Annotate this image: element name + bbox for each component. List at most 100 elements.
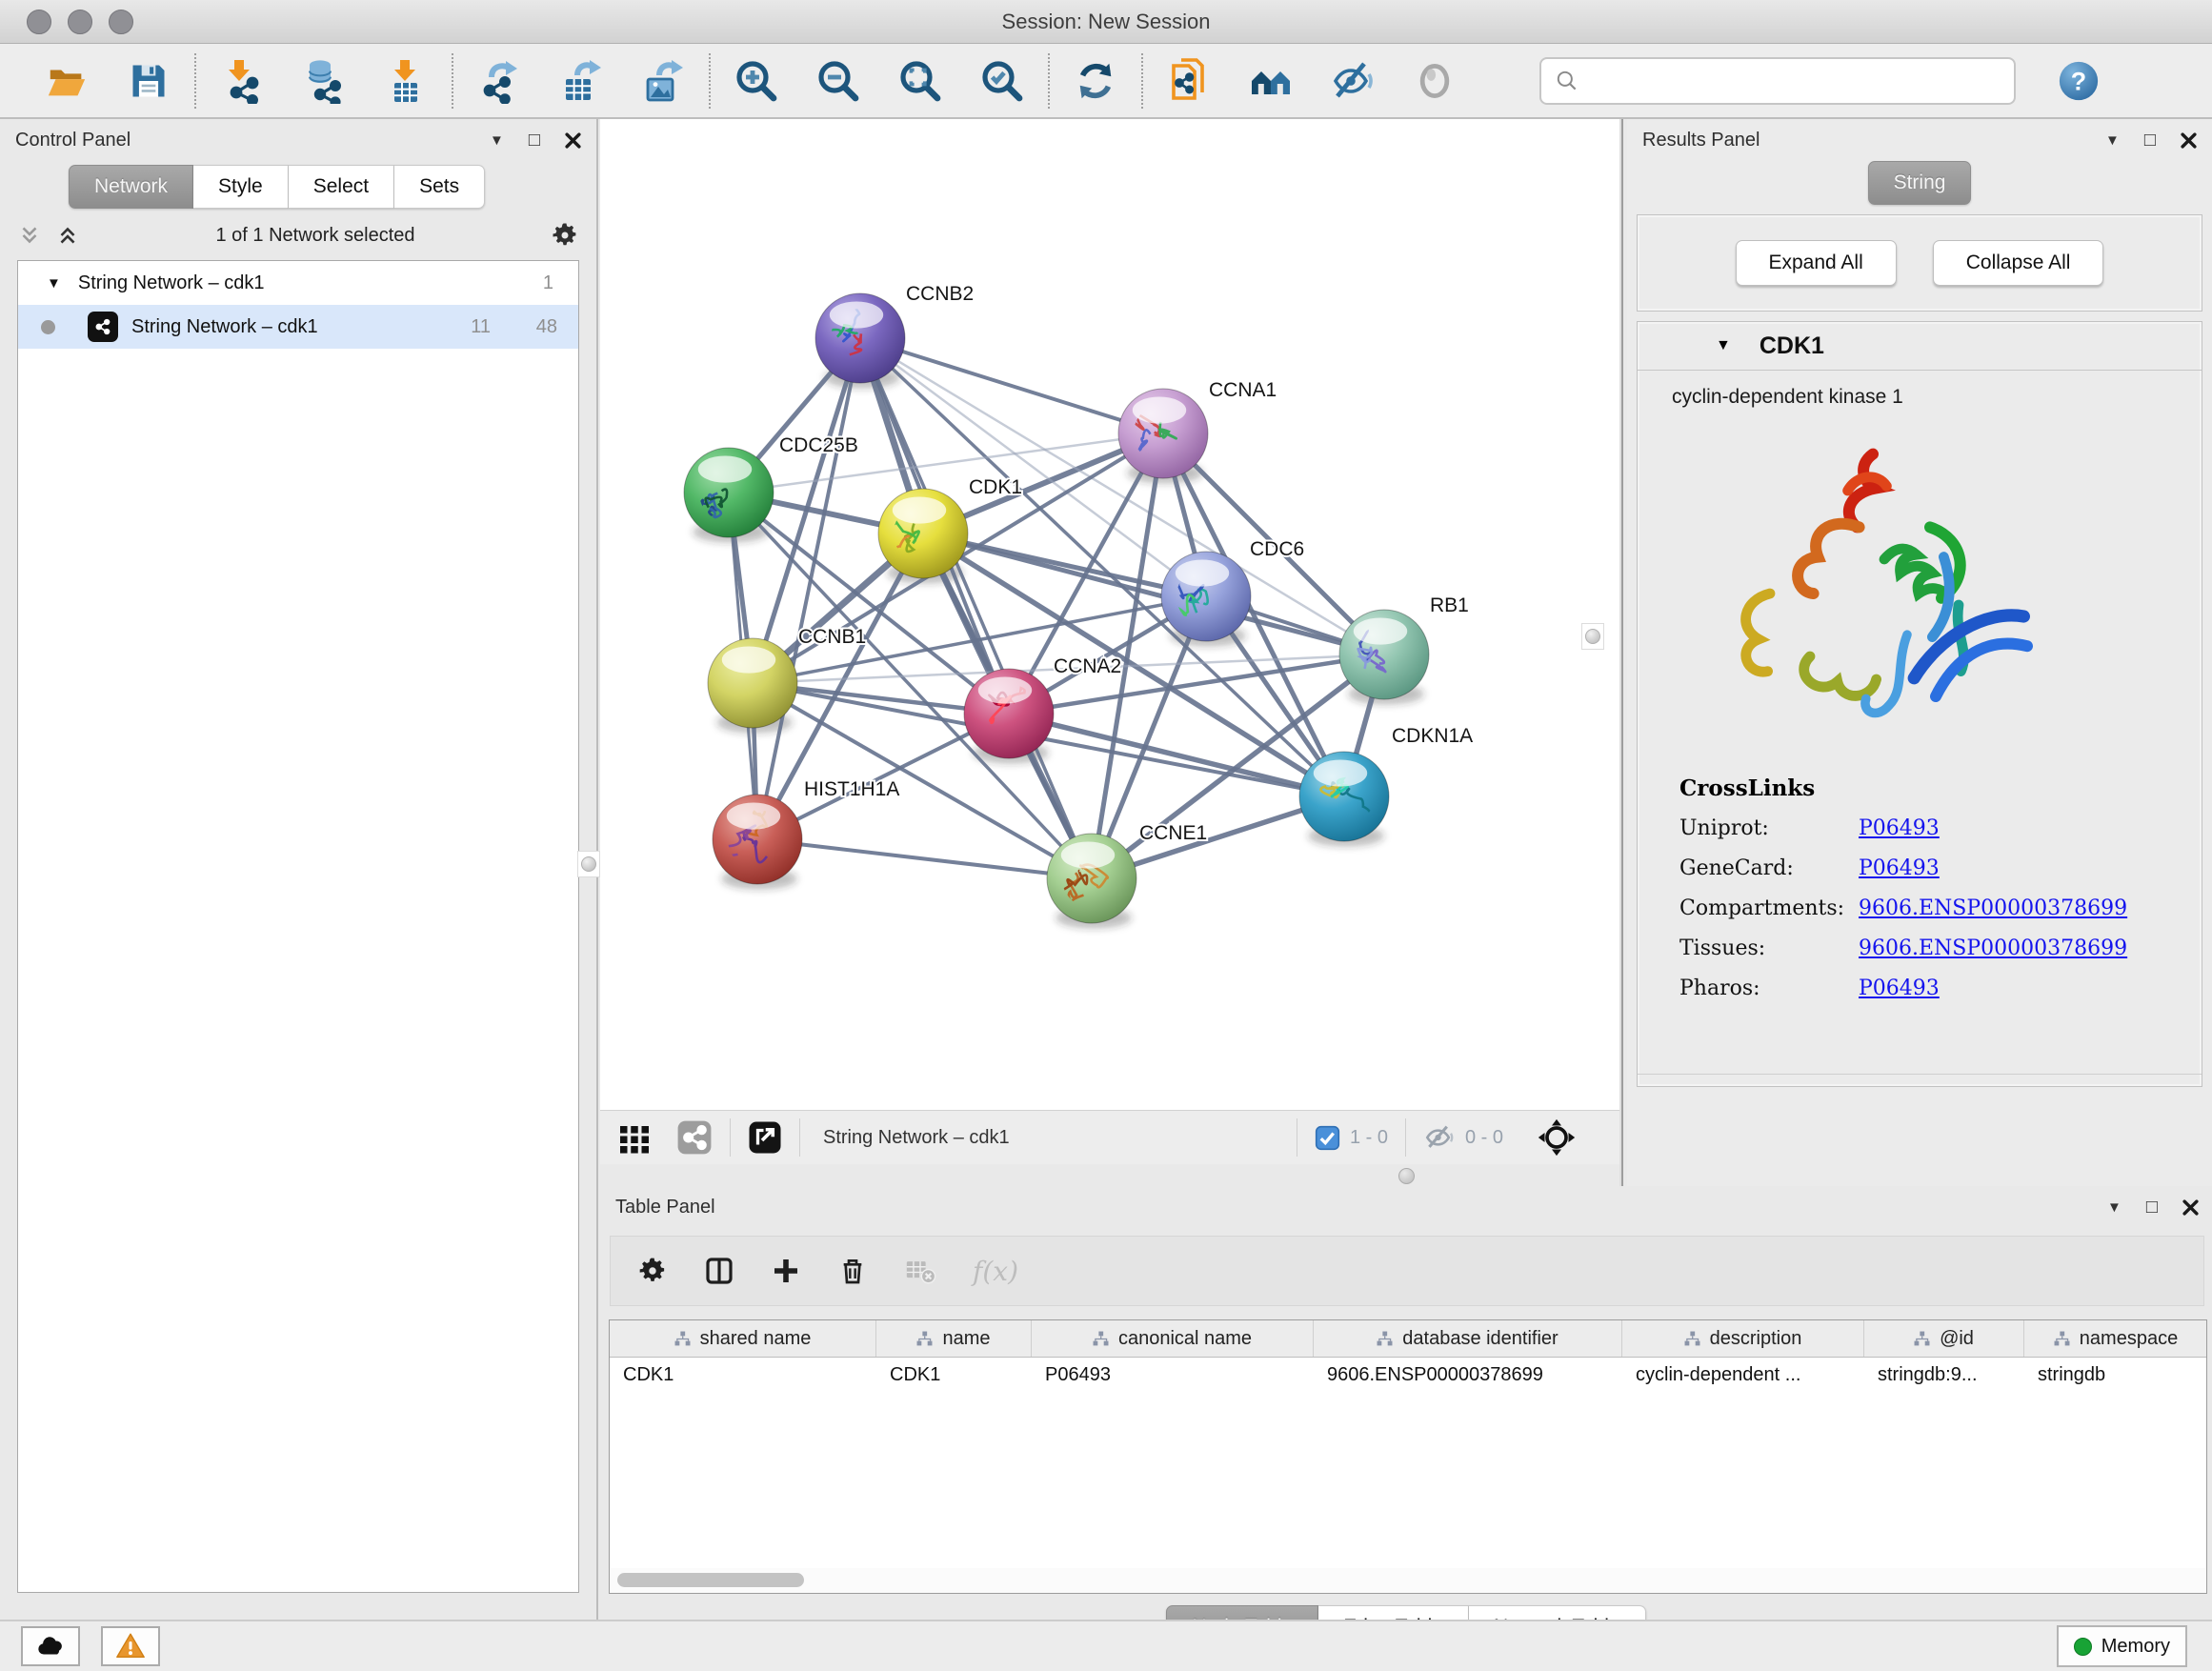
network-node-CDKN1A[interactable] — [1299, 752, 1389, 841]
network-node-CCNB2[interactable] — [815, 293, 905, 383]
crosslink-link[interactable]: P06493 — [1859, 856, 1940, 880]
add-column-icon[interactable] — [704, 1256, 734, 1286]
table-panel-float-button[interactable]: □ — [2146, 1198, 2158, 1217]
network-node-HIST1H1A[interactable] — [713, 795, 802, 884]
zoom-out-icon — [815, 58, 861, 104]
control-panel-float-button[interactable]: □ — [529, 131, 540, 150]
export-image-button[interactable] — [640, 56, 686, 106]
network-node-CCNE1[interactable] — [1047, 834, 1136, 923]
zoom-out-button[interactable] — [815, 56, 861, 106]
collection-expand-icon[interactable]: ▼ — [47, 275, 61, 292]
share-network-button[interactable] — [1166, 56, 1212, 106]
column-header-namespace[interactable]: namespace — [2024, 1320, 2207, 1357]
network-view-icon[interactable] — [676, 1119, 713, 1156]
control-panel-close-button[interactable] — [565, 132, 581, 149]
network-options-gear-icon[interactable] — [551, 221, 579, 250]
import-network-icon — [219, 58, 265, 104]
housing-button[interactable] — [1248, 56, 1294, 106]
control-panel-menu-button[interactable]: ▼ — [490, 133, 504, 148]
memory-button[interactable]: Memory — [2057, 1625, 2187, 1667]
save-session-button[interactable] — [126, 56, 171, 106]
column-header-description[interactable]: description — [1622, 1320, 1864, 1357]
hidden-eye-icon[interactable] — [1423, 1121, 1456, 1154]
network-node-CCNB1[interactable] — [708, 638, 797, 728]
tab-select[interactable]: Select — [289, 165, 394, 209]
scrollbar-thumb[interactable] — [617, 1573, 804, 1587]
crosslink-link[interactable]: P06493 — [1859, 816, 1940, 840]
table-cell[interactable]: CDK1 — [876, 1358, 1032, 1393]
birdseye-crosshair-icon[interactable] — [1538, 1118, 1576, 1157]
table-options-gear-icon[interactable] — [637, 1256, 668, 1286]
column-header-canonical-name[interactable]: canonical name — [1032, 1320, 1314, 1357]
table-cell[interactable]: stringdb — [2024, 1358, 2207, 1393]
network-node-CCNA2[interactable] — [964, 669, 1054, 758]
cloud-status-button[interactable] — [21, 1626, 80, 1666]
control-panel: Control Panel ▼ □ Network Style Select S… — [0, 119, 598, 1620]
zoom-in-button[interactable] — [734, 56, 779, 106]
table-horizontal-scrollbar[interactable] — [609, 1568, 2207, 1594]
network-canvas[interactable]: CCNB2CCNA1CDC25BCDK1CDC6RB1CCNB1CCNA2CDK… — [600, 119, 1619, 1110]
network-row[interactable]: String Network – cdk1 11 48 — [18, 305, 578, 349]
tab-string[interactable]: String — [1868, 161, 1972, 205]
table-cell[interactable]: P06493 — [1032, 1358, 1314, 1393]
column-header-shared-name[interactable]: shared name — [610, 1320, 876, 1357]
table-cell[interactable]: 9606.ENSP00000378699 — [1314, 1358, 1622, 1393]
results-panel-float-button[interactable]: □ — [2144, 131, 2156, 150]
search-input[interactable] — [1587, 62, 2014, 100]
left-splitter-handle[interactable] — [577, 851, 600, 877]
splitter-handle-dot[interactable] — [1398, 1168, 1415, 1184]
import-table-button[interactable] — [383, 56, 429, 106]
results-panel-close-button[interactable] — [2181, 132, 2197, 149]
results-panel-menu-button[interactable]: ▼ — [2105, 133, 2120, 148]
collapse-all-button[interactable]: Collapse All — [1933, 240, 2104, 286]
show-panel-button[interactable] — [1412, 56, 1458, 106]
status-bar: Memory — [0, 1620, 2212, 1671]
network-node-CDC6[interactable] — [1161, 552, 1251, 641]
import-network-database-button[interactable] — [301, 56, 347, 106]
table-cell[interactable]: stringdb:9... — [1864, 1358, 2024, 1393]
table-cell[interactable]: cyclin-dependent ... — [1622, 1358, 1864, 1393]
tab-sets[interactable]: Sets — [394, 165, 485, 209]
table-cell[interactable]: CDK1 — [610, 1358, 876, 1393]
zoom-selected-button[interactable] — [979, 56, 1025, 106]
delete-trash-icon[interactable] — [837, 1256, 868, 1286]
open-external-icon[interactable] — [748, 1120, 782, 1155]
network-node-CDK1[interactable] — [878, 489, 968, 578]
import-network-file-button[interactable] — [219, 56, 265, 106]
network-node-CCNA1[interactable] — [1118, 389, 1208, 478]
crosslink-link[interactable]: 9606.ENSP00000378699 — [1859, 896, 2127, 920]
network-collection-row[interactable]: ▼ String Network – cdk1 1 — [18, 261, 578, 305]
collapse-all-icon[interactable] — [17, 223, 42, 248]
tab-style[interactable]: Style — [193, 165, 289, 209]
right-splitter-handle[interactable] — [1581, 623, 1604, 650]
network-node-CDC25B[interactable] — [684, 448, 774, 537]
add-row-icon[interactable] — [771, 1256, 801, 1286]
expand-all-icon[interactable] — [55, 223, 80, 248]
results-panel-splitter[interactable] — [1619, 119, 1627, 1186]
crosslink-link[interactable]: P06493 — [1859, 976, 1940, 1000]
table-panel-close-button[interactable] — [2182, 1199, 2199, 1216]
warning-status-button[interactable] — [101, 1626, 160, 1666]
node-label-CDK1: CDK1 — [969, 476, 1022, 498]
gene-expand-icon[interactable]: ▼ — [1716, 337, 1731, 354]
hide-panel-button[interactable] — [1330, 56, 1376, 106]
table-panel-splitter[interactable] — [600, 1164, 1619, 1186]
tab-network[interactable]: Network — [69, 165, 193, 209]
help-button[interactable]: ? — [2056, 56, 2101, 106]
table-row[interactable]: CDK1CDK1P064939606.ENSP00000378699cyclin… — [610, 1358, 2206, 1393]
network-node-RB1[interactable] — [1339, 610, 1429, 699]
apply-layout-button[interactable] — [1073, 56, 1118, 106]
open-session-button[interactable] — [44, 56, 90, 106]
gene-card-header[interactable]: ▼ CDK1 — [1638, 322, 2202, 371]
column-header--id[interactable]: @id — [1864, 1320, 2024, 1357]
column-header-name[interactable]: name — [876, 1320, 1032, 1357]
selected-nodes-checkbox[interactable] — [1315, 1125, 1340, 1151]
table-panel-menu-button[interactable]: ▼ — [2107, 1200, 2122, 1215]
export-network-button[interactable] — [476, 56, 522, 106]
column-header-database-identifier[interactable]: database identifier — [1314, 1320, 1622, 1357]
export-table-button[interactable] — [558, 56, 604, 106]
expand-all-button[interactable]: Expand All — [1736, 240, 1897, 286]
zoom-fit-button[interactable] — [897, 56, 943, 106]
crosslink-link[interactable]: 9606.ENSP00000378699 — [1859, 936, 2127, 960]
grid-view-icon[interactable] — [617, 1120, 652, 1155]
